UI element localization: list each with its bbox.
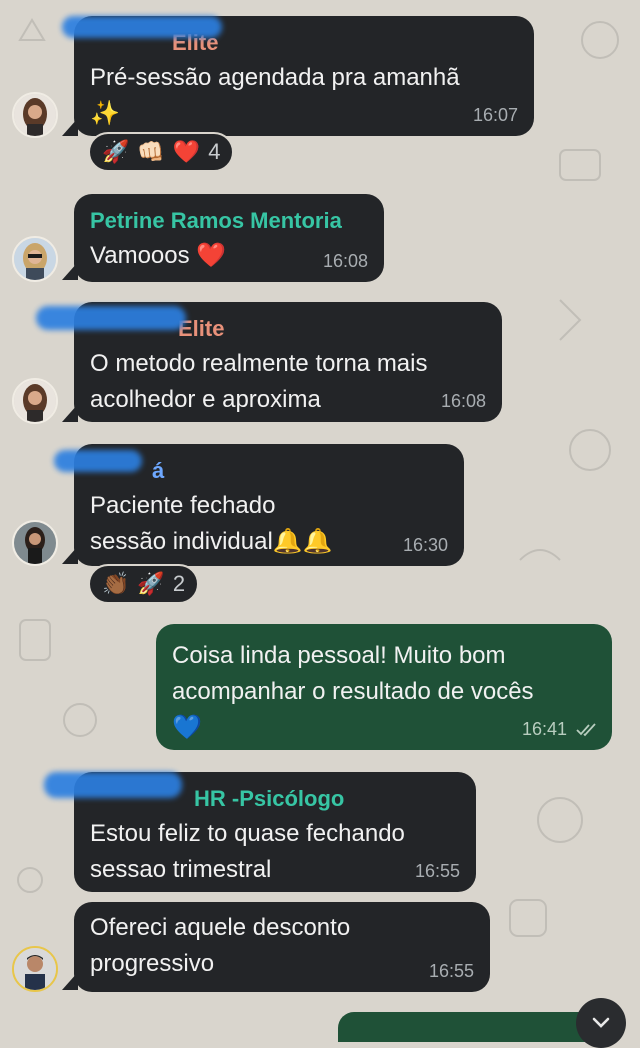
message-time: 16:30: [402, 535, 448, 555]
message-bubble-outgoing-partial[interactable]: [338, 1012, 598, 1042]
reactions-pill[interactable]: 👏🏾 🚀 2: [88, 564, 200, 604]
redaction-mark: [36, 306, 186, 330]
message-text: O metodo realmente torna mais acolhedor …: [90, 350, 428, 413]
chevron-down-icon: [591, 1008, 611, 1039]
reaction-emoji: 👏🏾: [102, 571, 130, 596]
message-text: Paciente fechado sessão individual🔔🔔: [90, 492, 333, 555]
message-time: 16:41: [522, 719, 598, 740]
reactions-pill[interactable]: 🚀 👊🏻 ❤️ 4: [88, 132, 235, 172]
sender-name[interactable]: Petrine Ramos Mentoria: [90, 208, 368, 234]
reaction-emoji: 🚀: [102, 139, 130, 164]
redaction-mark: [44, 772, 182, 798]
message-bubble[interactable]: Ofereci aquele desconto progressivo 16:5…: [74, 902, 490, 992]
message-time: 16:07: [472, 105, 518, 125]
message-bubble[interactable]: Petrine Ramos Mentoria Vamooos ❤️ 16:08: [74, 194, 384, 282]
avatar[interactable]: [12, 236, 58, 282]
time-label: 16:41: [521, 719, 567, 739]
reaction-count: 4: [208, 139, 221, 164]
message-bubble-outgoing[interactable]: Coisa linda pessoal! Muito bom acompanha…: [156, 624, 612, 750]
reaction-emoji: 🚀: [137, 571, 165, 596]
avatar[interactable]: [12, 92, 58, 138]
message-time: 16:08: [440, 391, 486, 411]
message-time: 16:55: [428, 961, 474, 981]
double-check-icon: [576, 719, 598, 739]
sender-name[interactable]: á: [90, 458, 448, 484]
avatar[interactable]: [12, 946, 58, 992]
avatar[interactable]: [12, 520, 58, 566]
message-text: Ofereci aquele desconto progressivo: [90, 914, 351, 977]
avatar[interactable]: [12, 378, 58, 424]
reaction-emoji: 👊🏻: [137, 139, 165, 164]
reaction-emoji: ❤️: [172, 139, 201, 164]
message-text: Pré-sessão agendada pra amanhã ✨: [90, 64, 460, 127]
scroll-to-bottom-button[interactable]: [576, 998, 626, 1048]
reaction-count: 2: [172, 571, 186, 596]
message-time: 16:55: [414, 861, 460, 881]
message-text: Estou feliz to quase fechando sessao tri…: [90, 820, 405, 883]
redaction-mark: [54, 450, 142, 472]
redaction-mark: [62, 16, 222, 38]
message-time: 16:08: [322, 251, 368, 271]
